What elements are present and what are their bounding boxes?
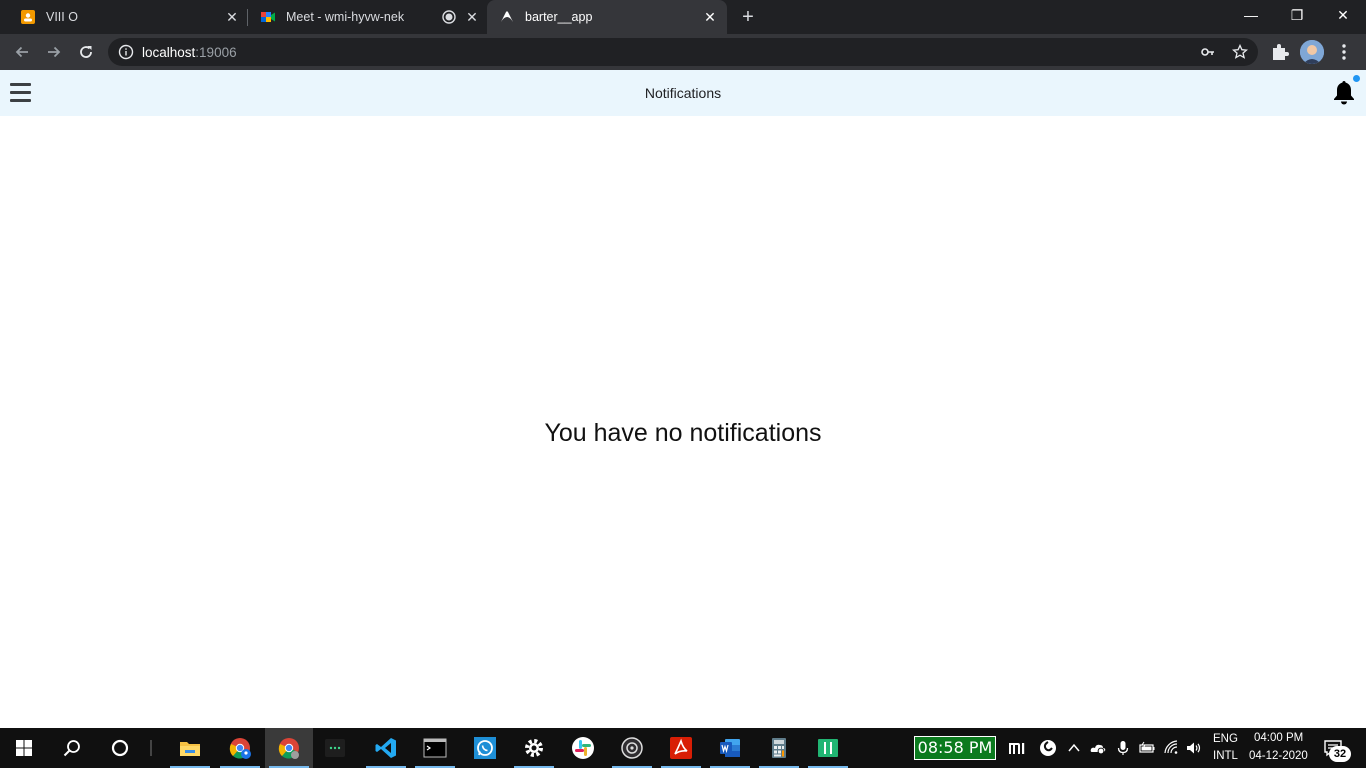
command-prompt-icon	[423, 738, 447, 758]
tab-viii-o[interactable]: VIII O ✕	[8, 0, 246, 34]
address-bar[interactable]: localhost:19006	[108, 38, 1258, 66]
chrome-icon	[278, 738, 299, 759]
close-tab-icon[interactable]: ✕	[702, 9, 718, 25]
system-date[interactable]: 04-12-2020	[1249, 750, 1308, 762]
close-window-button[interactable]: ✕	[1320, 0, 1366, 30]
url-port: :19006	[195, 45, 237, 60]
site-info-icon[interactable]	[118, 44, 134, 60]
search-icon	[63, 740, 80, 757]
browser-toolbar: localhost:19006	[0, 34, 1366, 70]
taskbar-app-slack[interactable]	[559, 728, 607, 768]
chevron-up-icon[interactable]	[1067, 741, 1081, 755]
classroom-icon	[21, 10, 35, 24]
page-title: Notifications	[644, 85, 722, 101]
back-arrow-icon	[15, 46, 28, 58]
whatsapp-icon	[474, 737, 496, 759]
system-time[interactable]: 04:00 PM	[1254, 732, 1303, 744]
taskbar-divider	[150, 740, 152, 756]
screen: VIII O ✕ Meet - wmi-hyvw-nek ✕ barter__a…	[0, 0, 1366, 768]
notification-dot	[1353, 75, 1360, 82]
url-text: localhost:19006	[142, 45, 237, 60]
empty-state-message: You have no notifications	[544, 419, 822, 447]
taskbar-app-chrome-profile[interactable]	[216, 728, 264, 768]
chrome-profile-icon	[229, 738, 251, 759]
taskbar-app-vscode[interactable]	[362, 728, 410, 768]
obs-icon	[621, 737, 643, 759]
forward-arrow-icon	[48, 46, 61, 58]
search-button[interactable]	[48, 728, 96, 768]
windows-logo-icon	[16, 740, 32, 756]
wifi-icon[interactable]	[1164, 740, 1180, 756]
meet-icon	[261, 12, 275, 22]
expo-icon	[501, 11, 513, 22]
taskbar-app-calculator[interactable]	[755, 728, 803, 768]
start-button[interactable]	[0, 728, 48, 768]
taskbar-app-word[interactable]	[706, 728, 754, 768]
input-language[interactable]: ENG	[1213, 733, 1238, 745]
swirl-app-icon[interactable]	[1039, 739, 1057, 757]
slack-icon	[572, 737, 594, 759]
minimize-button[interactable]: —	[1228, 0, 1274, 30]
close-tab-icon[interactable]: ✕	[224, 9, 240, 25]
back-button[interactable]	[8, 38, 36, 66]
battery-icon[interactable]	[1139, 740, 1155, 756]
windows-taskbar	[0, 728, 1366, 768]
tab-label: VIII O	[46, 10, 78, 24]
notifications-content: You have no notifications	[0, 116, 1366, 728]
microphone-icon[interactable]	[1115, 740, 1131, 756]
extensions-puzzle-icon[interactable]	[1268, 40, 1292, 64]
avatar-image	[1300, 40, 1324, 64]
tab-meet[interactable]: Meet - wmi-hyvw-nek ✕	[248, 0, 486, 34]
chrome-menu-icon[interactable]	[1332, 40, 1356, 64]
taskbar-app-command-prompt[interactable]	[411, 728, 459, 768]
recording-icon	[442, 10, 456, 24]
taskbar-app-terminal[interactable]	[311, 728, 359, 768]
tab-label: barter__app	[525, 10, 593, 24]
input-layout[interactable]: INTL	[1213, 750, 1238, 762]
reload-icon	[80, 46, 92, 58]
taskbar-app-obs[interactable]	[608, 728, 656, 768]
taskbar-app-whatsapp[interactable]	[461, 728, 509, 768]
volume-icon[interactable]	[1186, 740, 1202, 756]
app-header: Notifications	[0, 70, 1366, 116]
forward-button[interactable]	[40, 38, 68, 66]
file-explorer-icon	[180, 742, 200, 756]
tab-barter-app[interactable]: barter__app ✕	[487, 0, 727, 34]
taskbar-app-settings[interactable]	[510, 728, 558, 768]
clock-widget[interactable]: 08:58 PM	[914, 736, 996, 760]
profile-avatar[interactable]	[1300, 40, 1324, 64]
onedrive-sync-icon[interactable]	[1090, 740, 1106, 756]
tab-label: Meet - wmi-hyvw-nek	[286, 10, 405, 24]
settings-icon	[525, 739, 543, 757]
acrobat-icon	[670, 737, 692, 759]
close-tab-icon[interactable]: ✕	[464, 9, 480, 25]
mi-logo-icon[interactable]	[1008, 740, 1028, 756]
word-icon	[720, 739, 740, 757]
notepad-icon	[818, 739, 838, 757]
calculator-icon	[772, 738, 786, 758]
browser-tab-strip: VIII O ✕ Meet - wmi-hyvw-nek ✕ barter__a…	[0, 0, 1366, 34]
new-tab-button[interactable]: +	[737, 6, 759, 28]
terminal-dots-icon	[325, 739, 345, 757]
taskbar-app-file-explorer[interactable]	[166, 728, 214, 768]
cortana-circle-icon	[111, 739, 129, 757]
bookmark-star-icon[interactable]	[1232, 44, 1248, 60]
cortana-button[interactable]	[96, 728, 144, 768]
taskbar-app-acrobat[interactable]	[657, 728, 705, 768]
taskbar-app-chrome[interactable]	[265, 728, 313, 768]
password-key-icon[interactable]	[1200, 44, 1216, 60]
url-host: localhost	[142, 45, 196, 60]
restore-button[interactable]: ❐	[1274, 0, 1320, 30]
reload-button[interactable]	[72, 38, 100, 66]
taskbar-app-notepad[interactable]	[804, 728, 852, 768]
vscode-icon	[375, 738, 396, 758]
notification-count-badge: 32	[1329, 746, 1351, 762]
bell-icon[interactable]	[1331, 79, 1357, 105]
